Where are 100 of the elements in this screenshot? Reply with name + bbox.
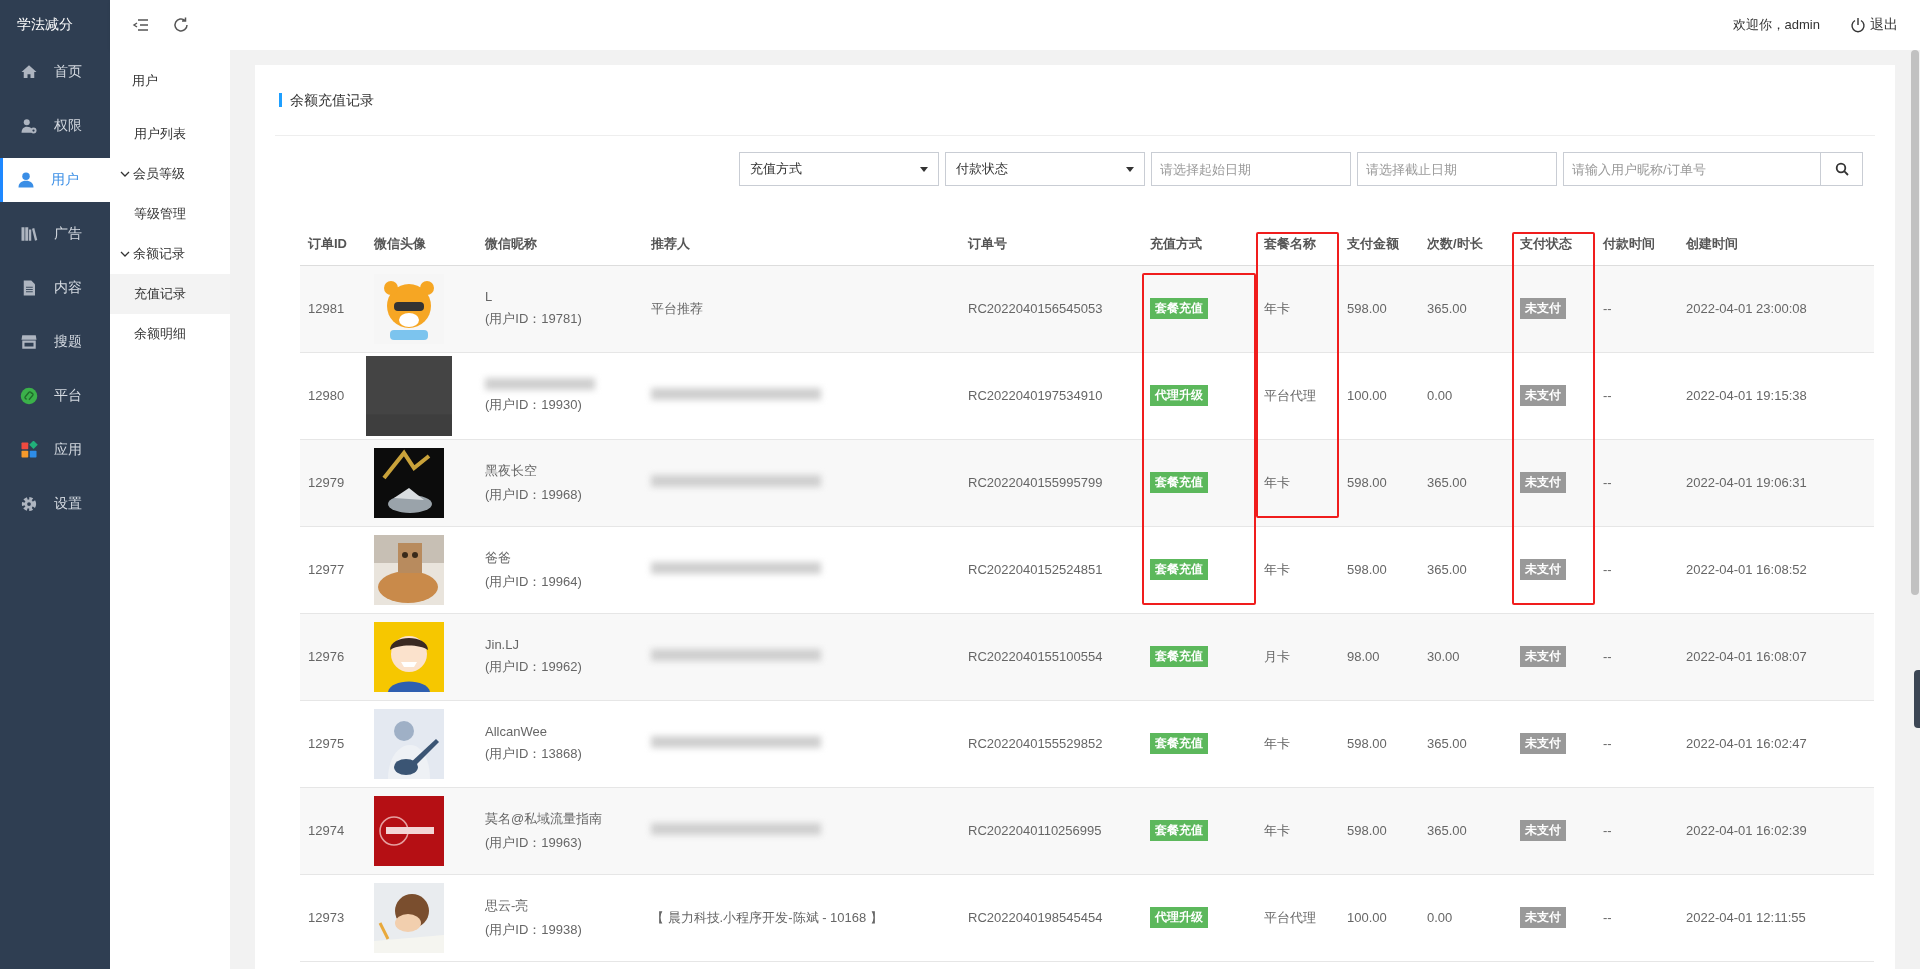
search-field[interactable]: 请输入用户昵称/订单号 — [1563, 152, 1821, 186]
nav-item[interactable]: 权限 — [0, 104, 110, 148]
method-badge: 套餐充值 — [1150, 820, 1208, 841]
home-icon — [20, 63, 38, 81]
submenu-item[interactable]: 等级管理 — [110, 194, 230, 234]
column-header: 微信昵称 — [485, 236, 537, 252]
link-icon — [20, 387, 38, 405]
table-cell: 12976 — [308, 649, 345, 664]
submenu-group[interactable]: 会员等级 — [110, 154, 230, 194]
table-cell: -- — [1603, 301, 1612, 316]
column-header: 订单ID — [308, 236, 347, 252]
nav-item[interactable]: 首页 — [0, 50, 110, 94]
table-cell: 365.00 — [1427, 301, 1467, 316]
table-cell: -- — [1603, 562, 1612, 577]
table-cell: RC2022040155100554 — [968, 649, 1103, 664]
search-icon — [1834, 162, 1849, 176]
submenu-item[interactable]: 余额明细 — [110, 314, 230, 354]
user-id: (用户ID：19964) — [485, 572, 583, 591]
nav-label: 首页 — [54, 63, 82, 81]
table-cell: RC2022040198545454 — [968, 910, 1103, 925]
status-badge: 未支付 — [1520, 385, 1566, 406]
table-cell: 0.00 — [1427, 910, 1453, 925]
status-badge: 未支付 — [1520, 646, 1566, 667]
table-cell: 598.00 — [1347, 301, 1387, 316]
status-badge: 未支付 — [1520, 907, 1566, 928]
table-cell: 年卡 — [1264, 735, 1290, 751]
welcome-text: 欢迎你，admin — [1732, 16, 1820, 34]
nickname: 爸爸 — [485, 548, 512, 567]
menu-icon[interactable] — [132, 16, 150, 34]
table-cell: -- — [1603, 823, 1612, 838]
column-header: 推荐人 — [651, 236, 690, 252]
caret-icon — [1126, 166, 1134, 172]
card-title: 余额充值记录 — [279, 93, 374, 107]
method-badge: 代理升级 — [1150, 907, 1208, 928]
table-cell: 598.00 — [1347, 823, 1387, 838]
method-badge: 套餐充值 — [1150, 298, 1208, 319]
nav-item[interactable]: 设置 — [0, 482, 110, 526]
user-id: (用户ID：19962) — [485, 658, 583, 676]
column-header: 支付金额 — [1347, 236, 1399, 252]
table-cell: 2022-04-01 16:02:47 — [1686, 736, 1807, 751]
method-badge: 套餐充值 — [1150, 733, 1208, 754]
table-cell: 2022-04-01 23:00:08 — [1686, 301, 1807, 316]
chevron-icon — [120, 249, 130, 259]
table-cell: 2022-04-01 19:06:31 — [1686, 475, 1807, 490]
table-cell: 月卡 — [1264, 648, 1290, 664]
status-badge: 未支付 — [1520, 472, 1566, 493]
submenu-group-label: 会员等级 — [133, 165, 185, 183]
nav-item[interactable]: 搜题 — [0, 320, 110, 364]
nav-item[interactable]: 内容 — [0, 266, 110, 310]
nav-item[interactable]: 平台 — [0, 374, 110, 418]
select-field[interactable]: 付款状态 — [945, 152, 1145, 186]
apps-icon — [20, 441, 38, 459]
table-cell: 12979 — [308, 475, 345, 490]
user-id: (用户ID：19968) — [485, 485, 583, 504]
table-cell: 平台代理 — [1264, 387, 1316, 403]
submenu-title: 用户 — [131, 72, 159, 90]
table-cell: 365.00 — [1427, 562, 1467, 577]
logout-link[interactable]: 退出 — [1850, 16, 1898, 34]
table-cell: -- — [1603, 736, 1612, 751]
nickname: L — [485, 289, 494, 304]
column-header: 套餐名称 — [1264, 236, 1316, 252]
nav-label: 搜题 — [54, 333, 82, 351]
table-cell: 12974 — [308, 823, 345, 838]
table-cell: 100.00 — [1347, 910, 1387, 925]
user-id: (用户ID：13868) — [485, 745, 583, 763]
nav-label: 内容 — [54, 279, 82, 297]
column-header: 次数/时长 — [1427, 236, 1483, 252]
submenu-item[interactable]: 用户列表 — [110, 114, 230, 154]
submenu-group[interactable]: 余额记录 — [110, 234, 230, 274]
table-cell: 12981 — [308, 301, 345, 316]
submenu-item[interactable]: 充值记录 — [110, 274, 230, 314]
submenu-group-label: 余额记录 — [133, 245, 185, 263]
table-cell: 平台代理 — [1264, 909, 1316, 925]
date-field[interactable]: 请选择截止日期 — [1357, 152, 1557, 186]
books-icon — [20, 225, 38, 243]
scrollbar[interactable] — [1910, 50, 1920, 969]
table-cell: RC2022040155995799 — [968, 475, 1103, 490]
user-id: (用户ID：19938) — [485, 920, 583, 939]
status-badge: 未支付 — [1520, 298, 1566, 319]
nav-item[interactable]: 应用 — [0, 428, 110, 472]
table-cell: 0.00 — [1427, 388, 1453, 403]
date-field[interactable]: 请选择起始日期 — [1151, 152, 1351, 186]
settings-icon — [20, 495, 38, 513]
power-icon — [1850, 17, 1866, 33]
column-header: 创建时间 — [1686, 236, 1738, 252]
nav-item[interactable]: 用户 — [0, 158, 110, 202]
table-cell: -- — [1603, 649, 1612, 664]
refresh-icon[interactable] — [172, 16, 190, 34]
nav-label: 平台 — [54, 387, 82, 405]
table-cell: 12977 — [308, 562, 345, 577]
nickname: 莫名@私域流量指南 — [485, 809, 604, 828]
column-header: 微信头像 — [374, 236, 426, 252]
nickname: 黑夜长空 — [485, 461, 538, 480]
nav-item[interactable]: 广告 — [0, 212, 110, 256]
nickname: AllcanWee — [485, 724, 548, 739]
table-cell: 100.00 — [1347, 388, 1387, 403]
search-button[interactable] — [1821, 152, 1863, 186]
table-cell: 2022-04-01 16:02:39 — [1686, 823, 1807, 838]
select-field[interactable]: 充值方式 — [739, 152, 939, 186]
user-gear-icon — [20, 117, 38, 135]
